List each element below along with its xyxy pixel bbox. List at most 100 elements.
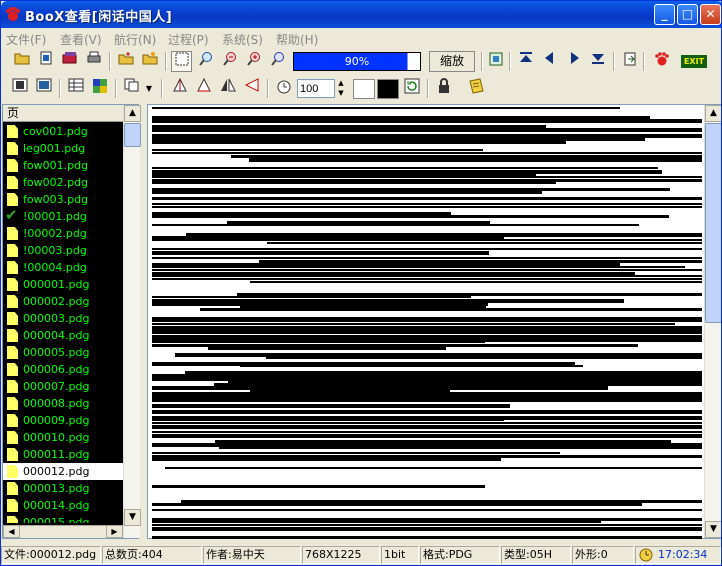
zoom-out-icon[interactable] (219, 51, 240, 72)
menu-help[interactable]: 帮助(H) (276, 31, 318, 48)
scroll-up-icon[interactable]: ▲ (124, 105, 141, 122)
file-name: 000009.pdg (23, 414, 90, 427)
file-list-item[interactable]: fow002.pdg (3, 174, 123, 191)
file-list-item[interactable]: !00002.pdg (3, 225, 123, 242)
new-folder-icon[interactable] (115, 51, 136, 72)
menu-view[interactable]: 查看(V) (60, 31, 102, 48)
menu-process[interactable]: 过程(P) (168, 31, 209, 48)
file-list-item[interactable]: fow001.pdg (3, 157, 123, 174)
rotate-right-icon[interactable] (193, 77, 214, 99)
last-page-icon[interactable] (587, 51, 608, 72)
file-list-item[interactable]: 000001.pdg (3, 276, 123, 293)
menu-file[interactable]: 文件(F) (6, 31, 46, 48)
zoom-in-icon[interactable] (243, 51, 264, 72)
menu-navigate[interactable]: 航行(N) (114, 31, 156, 48)
file-list-item[interactable]: 000008.pdg (3, 395, 123, 412)
zoom-actual-icon[interactable] (267, 51, 288, 72)
page-list-header[interactable]: 页 (3, 105, 123, 122)
zoom-button[interactable]: 缩放 (429, 51, 475, 72)
import-icon[interactable] (35, 51, 56, 72)
file-list-item[interactable]: fow003.pdg (3, 191, 123, 208)
minimize-button[interactable]: _ (654, 4, 675, 25)
file-list-item[interactable]: 000004.pdg (3, 327, 123, 344)
file-list-item[interactable]: 000015.pdg (3, 514, 123, 523)
status-total-pages: 总数页:404 (102, 546, 202, 564)
viewer-scroll-up-icon[interactable]: ▲ (705, 105, 721, 122)
timer-icon[interactable] (273, 78, 294, 99)
file-name: !00004.pdg (23, 261, 87, 274)
refresh-icon[interactable] (401, 78, 422, 99)
viewer-scrollbar[interactable]: ▲ ▼ (704, 105, 721, 538)
spin-stepper[interactable]: ▲ ▼ (335, 78, 347, 99)
file-list-item[interactable]: cov001.pdg (3, 123, 123, 140)
scroll-thumb[interactable] (124, 123, 141, 147)
file-list-item[interactable]: 000009.pdg (3, 412, 123, 429)
bookmark-icon[interactable] (485, 51, 506, 72)
sidebar-hscrollbar[interactable]: ◀ ▶ (3, 525, 123, 538)
file-list-item[interactable]: ✔ !00001.pdg (3, 207, 123, 225)
file-list-item[interactable]: 000012.pdg (3, 463, 123, 480)
menu-system[interactable]: 系统(S) (222, 31, 263, 48)
print-icon[interactable] (83, 51, 104, 72)
maximize-button[interactable]: □ (677, 4, 698, 25)
first-page-icon[interactable] (515, 51, 536, 72)
prev-page-icon[interactable] (539, 51, 560, 72)
file-list-item[interactable]: 000005.pdg (3, 344, 123, 361)
thumbnail-grid-icon[interactable] (65, 78, 86, 99)
background-color-swatch[interactable] (353, 79, 375, 99)
file-list-item[interactable]: 000003.pdg (3, 310, 123, 327)
file-name: 000011.pdg (23, 448, 90, 461)
file-list-item[interactable]: 000010.pdg (3, 429, 123, 446)
lock-icon[interactable] (433, 78, 454, 99)
viewer-scroll-down-icon[interactable]: ▼ (705, 521, 721, 538)
fit-page-icon[interactable] (171, 51, 192, 72)
folder-star-icon[interactable] (139, 51, 160, 72)
exit-button[interactable]: EXIT (681, 51, 707, 72)
rotate-left-icon[interactable] (169, 77, 190, 99)
scroll-down-icon[interactable]: ▼ (124, 509, 141, 526)
color-palette-icon[interactable] (89, 78, 110, 99)
paw-icon[interactable] (651, 51, 672, 72)
viewer-scroll-thumb[interactable] (705, 123, 721, 323)
document-icon (7, 176, 18, 189)
document-icon (7, 346, 18, 359)
file-list-item[interactable]: 000014.pdg (3, 497, 123, 514)
single-page-icon[interactable] (9, 78, 30, 99)
next-page-icon[interactable] (563, 51, 584, 72)
export-icon[interactable] (619, 51, 640, 72)
file-name: 000008.pdg (23, 397, 90, 410)
close-button[interactable]: ✕ (700, 4, 721, 25)
file-list-item[interactable]: 000006.pdg (3, 361, 123, 378)
flip-vertical-icon[interactable] (241, 78, 262, 99)
notes-icon[interactable] (465, 78, 486, 99)
magnifier-icon[interactable] (195, 51, 216, 72)
foreground-color-swatch[interactable] (377, 79, 399, 99)
percent-input[interactable] (297, 79, 335, 98)
scroll-left-icon[interactable]: ◀ (3, 525, 20, 538)
flip-horizontal-icon[interactable] (217, 78, 238, 99)
file-name: 000007.pdg (23, 380, 90, 393)
fullscreen-icon[interactable] (33, 78, 54, 99)
file-list-item[interactable]: 000002.pdg (3, 293, 123, 310)
page-viewer[interactable]: ▲ ▼ (147, 104, 721, 539)
scroll-right-icon[interactable]: ▶ (106, 525, 123, 538)
books-icon[interactable] (59, 51, 80, 72)
file-list-item[interactable]: !00004.pdg (3, 259, 123, 276)
zoom-level-label: 90% (344, 55, 370, 68)
file-list-item[interactable]: 000011.pdg (3, 446, 123, 463)
file-list-item[interactable]: 000007.pdg (3, 378, 123, 395)
title-bar[interactable]: BooX查看[闲话中国人] _ □ ✕ (1, 1, 721, 28)
copy-dropdown-icon[interactable] (121, 78, 142, 99)
chevron-down-icon[interactable]: ▼ (143, 78, 155, 99)
file-list-item[interactable]: leg001.pdg (3, 140, 123, 157)
open-folder-icon[interactable] (11, 51, 32, 72)
zoom-level-bar[interactable]: 90% (293, 52, 421, 71)
file-name: 000003.pdg (23, 312, 90, 325)
file-list-item[interactable]: 000013.pdg (3, 480, 123, 497)
status-shape: 外形:0 (572, 546, 634, 564)
file-name: 000015.pdg (23, 516, 90, 523)
file-name: 000014.pdg (23, 499, 90, 512)
file-list-item[interactable]: !00003.pdg (3, 242, 123, 259)
file-name: leg001.pdg (23, 142, 86, 155)
sidebar-scrollbar[interactable]: ▲ ▼ (123, 105, 141, 538)
